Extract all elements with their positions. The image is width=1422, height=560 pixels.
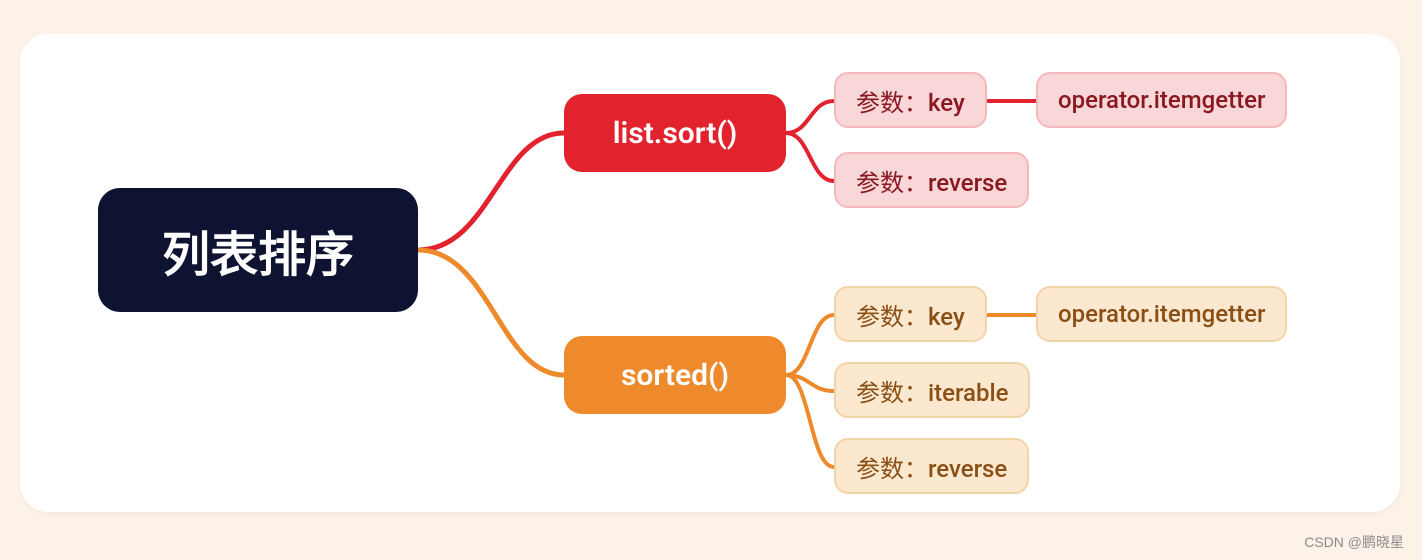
root-label: 列表排序 — [162, 215, 354, 285]
leaf-sort-key-label: 参数：key — [856, 83, 965, 118]
leaf-sorted-iterable-label: 参数：iterable — [856, 373, 1008, 408]
leaf-sort-reverse-label: 参数：reverse — [856, 163, 1007, 198]
branch-list-sort-label: list.sort() — [613, 116, 738, 151]
leaf-sorted-reverse: 参数：reverse — [834, 438, 1029, 494]
leaf-sorted-key-label: 参数：key — [856, 297, 965, 332]
canvas: 列表排序 list.sort() sorted() 参数：key 参数：reve… — [0, 0, 1422, 560]
branch-list-sort: list.sort() — [564, 94, 786, 172]
leaf-sort-reverse: 参数：reverse — [834, 152, 1029, 208]
branch-sorted: sorted() — [564, 336, 786, 414]
leaf-sorted-itemgetter-label: operator.itemgetter — [1058, 300, 1265, 328]
mindmap-card: 列表排序 list.sort() sorted() 参数：key 参数：reve… — [20, 34, 1400, 512]
leaf-sort-key: 参数：key — [834, 72, 987, 128]
leaf-sorted-itemgetter: operator.itemgetter — [1036, 286, 1287, 342]
root-node: 列表排序 — [98, 188, 418, 312]
leaf-sort-itemgetter: operator.itemgetter — [1036, 72, 1287, 128]
branch-sorted-label: sorted() — [621, 358, 729, 393]
watermark: CSDN @鹏晓星 — [1304, 532, 1404, 552]
leaf-sorted-key: 参数：key — [834, 286, 987, 342]
leaf-sorted-reverse-label: 参数：reverse — [856, 449, 1007, 484]
leaf-sort-itemgetter-label: operator.itemgetter — [1058, 86, 1265, 114]
leaf-sorted-iterable: 参数：iterable — [834, 362, 1030, 418]
